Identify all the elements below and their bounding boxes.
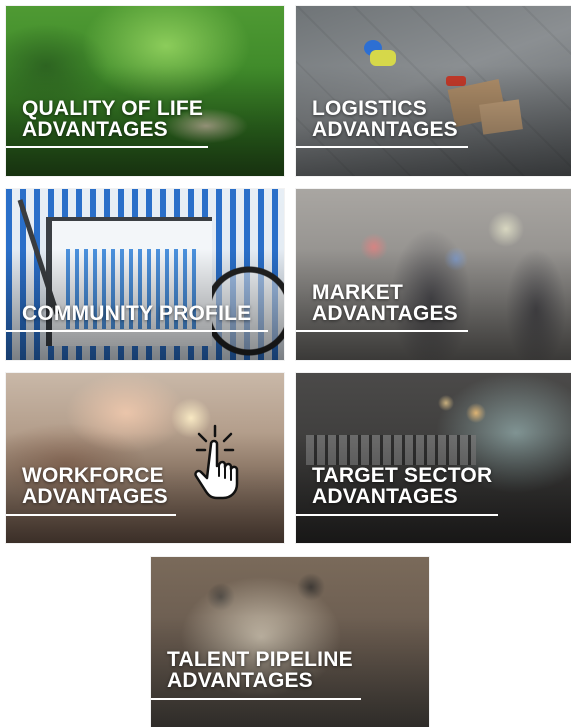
tile-logistics-advantages[interactable]: LOGISTICS ADVANTAGES — [296, 6, 571, 176]
tile-label: COMMUNITY PROFILE — [22, 302, 252, 325]
tile-label: WORKFORCE ADVANTAGES — [22, 464, 168, 508]
tile-community-profile[interactable]: COMMUNITY PROFILE — [6, 189, 284, 360]
tile-label: TARGET SECTOR ADVANTAGES — [312, 464, 493, 508]
tile-label: LOGISTICS ADVANTAGES — [312, 97, 458, 141]
tile-underline — [6, 514, 176, 516]
tile-underline — [151, 698, 361, 700]
tile-quality-of-life-advantages[interactable]: QUALITY OF LIFE ADVANTAGES — [6, 6, 284, 176]
tile-underline — [296, 514, 498, 516]
tile-underline — [296, 330, 468, 332]
tile-talent-pipeline-advantages[interactable]: TALENT PIPELINE ADVANTAGES — [151, 557, 429, 727]
tile-workforce-advantages[interactable]: WORKFORCE ADVANTAGES — [6, 373, 284, 543]
tile-underline — [6, 146, 208, 148]
tile-label: MARKET ADVANTAGES — [312, 281, 458, 325]
tile-underline — [296, 146, 468, 148]
tile-target-sector-advantages[interactable]: TARGET SECTOR ADVANTAGES — [296, 373, 571, 543]
tile-market-advantages[interactable]: MARKET ADVANTAGES — [296, 189, 571, 360]
tile-label: QUALITY OF LIFE ADVANTAGES — [22, 97, 204, 141]
tile-label: TALENT PIPELINE ADVANTAGES — [167, 648, 353, 692]
tile-underline — [6, 330, 268, 332]
